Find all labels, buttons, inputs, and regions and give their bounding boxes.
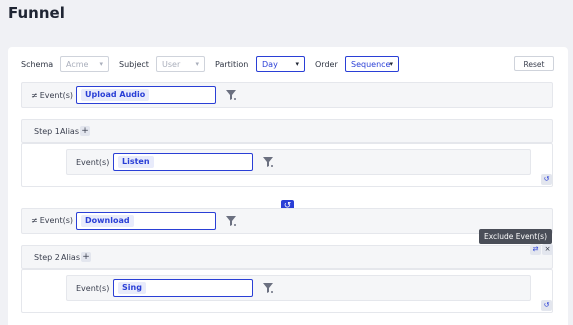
filter-icon[interactable]: [262, 282, 274, 294]
subject-label: Subject: [119, 60, 149, 69]
partition-value: Day: [262, 60, 278, 69]
order-value: Sequence: [351, 60, 391, 69]
step-event-input[interactable]: Listen: [113, 153, 253, 171]
chevron-down-icon: ▾: [295, 60, 299, 68]
filter-icon[interactable]: [262, 156, 274, 168]
exclusion-event-label: Event(s): [39, 91, 74, 100]
order-label: Order: [315, 60, 338, 69]
chevron-down-icon: ▾: [389, 60, 393, 68]
step-label: Step 2: [34, 253, 60, 262]
exclusion-event-label: Event(s): [39, 216, 74, 225]
swap-icon[interactable]: ⇄: [530, 244, 541, 255]
loop-icon[interactable]: ↺: [541, 174, 552, 185]
step-header: [21, 119, 553, 143]
schema-label: Schema: [21, 60, 54, 69]
exclusion-label: ≠ Event(s): [31, 216, 73, 225]
partition-select[interactable]: Day ▾: [256, 56, 305, 72]
step-label: Step 1: [34, 127, 60, 136]
step-event-label: Event(s): [76, 284, 110, 293]
page-title: Funnel: [8, 4, 65, 22]
schema-select[interactable]: Acme ▾: [60, 56, 109, 72]
filter-icon[interactable]: [225, 89, 237, 101]
order-select[interactable]: Sequence ▾: [345, 56, 399, 72]
not-equal-icon: ≠: [31, 216, 38, 225]
exclusion-event-input[interactable]: Upload Audio: [76, 86, 216, 104]
exclusion-label: ≠ Event(s): [31, 91, 73, 100]
add-alias-button[interactable]: +: [80, 126, 90, 136]
schema-value: Acme: [66, 60, 89, 69]
alias-label[interactable]: Alias: [61, 253, 80, 262]
step-event-input[interactable]: Sing: [113, 279, 253, 297]
step-event-label: Event(s): [76, 158, 110, 167]
chevron-down-icon: ▾: [195, 60, 199, 68]
exclusion-event-input[interactable]: Download: [76, 212, 216, 230]
close-icon[interactable]: ×: [542, 244, 553, 255]
event-chip[interactable]: Sing: [118, 282, 146, 294]
loop-icon[interactable]: ↺: [541, 300, 552, 311]
subject-select[interactable]: User ▾: [156, 56, 205, 72]
partition-label: Partition: [215, 60, 249, 69]
event-chip[interactable]: Listen: [118, 156, 154, 168]
exclude-events-tooltip: Exclude Event(s): [479, 229, 553, 244]
filter-icon[interactable]: [225, 215, 237, 227]
alias-label[interactable]: Alias: [60, 127, 79, 136]
event-chip[interactable]: Download: [81, 215, 134, 227]
step-header: [21, 245, 553, 269]
event-chip[interactable]: Upload Audio: [81, 89, 150, 101]
chevron-down-icon: ▾: [99, 60, 103, 68]
add-alias-button[interactable]: +: [81, 252, 91, 262]
reset-button[interactable]: Reset: [514, 56, 554, 71]
subject-value: User: [162, 60, 181, 69]
not-equal-icon: ≠: [31, 91, 38, 100]
